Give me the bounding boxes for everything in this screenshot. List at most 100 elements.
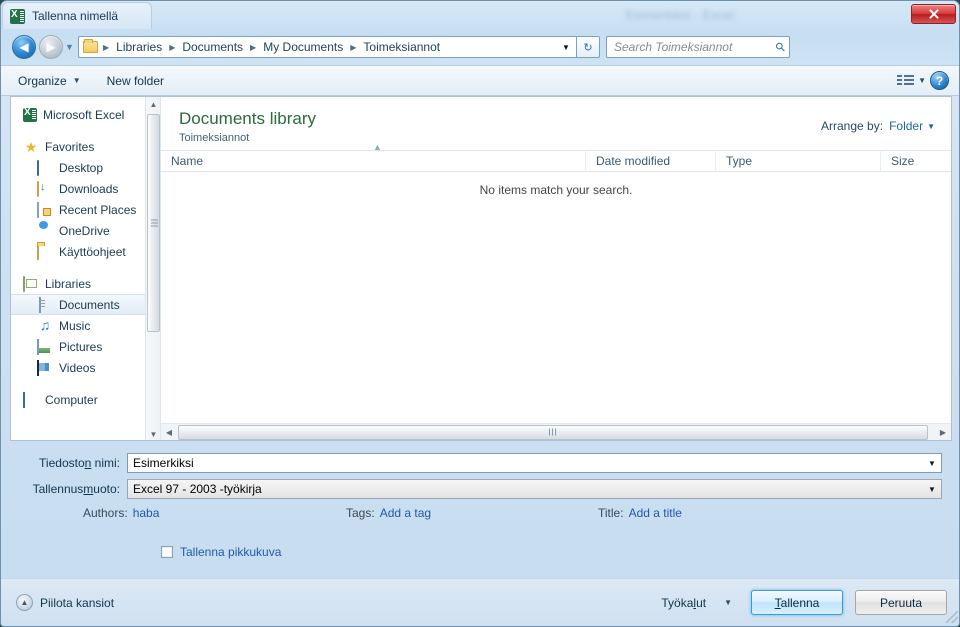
title-label: Title: [598, 506, 624, 520]
window-title-tab: Tallenna nimellä [2, 2, 152, 29]
help-icon[interactable]: ? [930, 71, 949, 90]
sidebar-item-videos[interactable]: Videos [11, 357, 160, 378]
videos-icon [37, 359, 39, 376]
sidebar-item-libraries[interactable]: Libraries [11, 273, 160, 294]
add-title-link[interactable]: Add a title [629, 506, 682, 520]
downloads-icon [37, 180, 39, 197]
scroll-down-icon[interactable]: ▼ [146, 427, 160, 440]
browser-body: Microsoft Excel ★ Favorites Desktop Down… [10, 96, 952, 441]
refresh-icon[interactable]: ↻ [576, 36, 600, 58]
cancel-button[interactable]: Peruuta [855, 590, 947, 615]
star-icon: ★ [24, 138, 38, 155]
breadcrumb[interactable]: ▶ Libraries ▶ Documents ▶ My Documents ▶… [78, 36, 556, 58]
hscroll-thumb[interactable] [178, 424, 929, 440]
scroll-up-icon[interactable]: ▲ [146, 97, 160, 112]
back-arrow-icon: ◀ [19, 40, 29, 54]
authors-value[interactable]: haba [133, 506, 160, 520]
sidebar-item-label: Computer [45, 392, 98, 407]
music-icon: ♫ [39, 316, 51, 333]
column-header-date-modified[interactable]: Date modified [586, 150, 716, 172]
sidebar-item-microsoft-excel[interactable]: Microsoft Excel [11, 104, 160, 125]
organize-button[interactable]: Organize ▼ [9, 70, 90, 92]
column-header-name[interactable]: Name ▲ [161, 142, 586, 172]
column-label: Size [891, 154, 915, 168]
excel-icon [23, 107, 37, 122]
path-dropdown-button[interactable]: ▼ [556, 36, 576, 58]
file-list-horizontal-scrollbar[interactable]: ◀ ▶ [161, 423, 951, 440]
checkbox-icon[interactable] [161, 546, 173, 558]
sidebar-item-pictures[interactable]: Pictures [11, 336, 160, 357]
sidebar-item-desktop[interactable]: Desktop [11, 157, 160, 178]
navigation-list: Microsoft Excel ★ Favorites Desktop Down… [11, 97, 160, 410]
add-tag-link[interactable]: Add a tag [380, 506, 431, 520]
chevron-up-icon: ▲ [16, 594, 33, 611]
column-header-type[interactable]: Type [716, 150, 881, 172]
titlebar: Tallenna nimellä [1, 1, 959, 29]
tools-label-pre: Työka [661, 595, 694, 610]
computer-icon [23, 391, 25, 408]
column-label: Type [726, 154, 753, 168]
sidebar-item-kayttoohjeet[interactable]: Käyttöohjeet [11, 241, 160, 262]
sidebar-item-recent-places[interactable]: Recent Places [11, 199, 160, 220]
sidebar-item-label: Desktop [59, 160, 104, 175]
filename-label-post: nimi: [91, 456, 120, 470]
hide-folders-label: Piilota kansiot [40, 595, 115, 610]
sidebar-item-computer[interactable]: Computer [11, 389, 160, 410]
filetype-label: Tallennusmuoto: [1, 482, 127, 496]
resize-grip-icon[interactable] [946, 611, 958, 623]
sidebar-scrollbar[interactable]: ▲ ▼ [145, 97, 160, 440]
arrange-by-label: Arrange by: [821, 119, 884, 133]
filetype-row: Tallennusmuoto: Excel 97 - 2003 -työkirj… [1, 479, 959, 499]
new-folder-label: New folder [106, 73, 164, 88]
new-folder-button[interactable]: New folder [98, 70, 173, 92]
sidebar-item-documents[interactable]: Documents [11, 294, 160, 315]
arrange-by-button[interactable]: Folder ▼ [889, 119, 935, 133]
breadcrumb-separator-icon: ▶ [250, 42, 257, 52]
folder-icon [37, 243, 39, 260]
back-button[interactable]: ◀ [12, 35, 36, 59]
arrange-by: Arrange by: Folder ▼ [821, 119, 935, 133]
column-header-size[interactable]: Size [881, 150, 951, 172]
breadcrumb-item-documents[interactable]: Documents [180, 40, 245, 54]
save-button[interactable]: Tallenna [751, 590, 843, 615]
sort-ascending-icon: ▲ [373, 142, 382, 152]
sidebar-item-onedrive[interactable]: OneDrive [11, 220, 160, 241]
sidebar-item-music[interactable]: ♫ Music [11, 315, 160, 336]
filename-value: Esimerkiksi [133, 456, 194, 470]
breadcrumb-item-my-documents[interactable]: My Documents [261, 40, 345, 54]
desktop-icon [37, 159, 39, 176]
scroll-right-icon[interactable]: ▶ [935, 424, 951, 440]
scroll-left-icon[interactable]: ◀ [161, 424, 177, 440]
close-button[interactable] [911, 4, 956, 24]
sidebar-item-label: Downloads [59, 181, 119, 196]
save-as-dialog: Esimerkiksi - Excel Tallenna nimellä ◀ ▶… [0, 0, 960, 627]
excel-icon [10, 8, 25, 24]
sidebar-scroll-thumb[interactable] [147, 114, 160, 332]
window-title: Tallenna nimellä [32, 9, 119, 23]
chevron-down-icon[interactable]: ▼ [923, 485, 941, 494]
chevron-down-icon[interactable]: ▼ [923, 459, 941, 468]
history-dropdown-icon[interactable]: ▼ [63, 42, 76, 52]
sidebar-item-downloads[interactable]: Downloads [11, 178, 160, 199]
filename-row: Tiedoston nimi: Esimerkiksi ▼ [1, 453, 959, 473]
filetype-select[interactable]: Excel 97 - 2003 -työkirja ▼ [127, 479, 942, 499]
filename-input[interactable]: Esimerkiksi ▼ [127, 453, 942, 473]
breadcrumb-item-toimeksiannot[interactable]: Toimeksiannot [361, 40, 442, 54]
sidebar-item-label: Music [59, 318, 91, 333]
hscroll-track[interactable] [177, 424, 935, 440]
sidebar-item-label: Microsoft Excel [43, 107, 125, 122]
hide-folders-button[interactable]: ▲ Piilota kansiot [16, 594, 114, 611]
authors-field: Authors: haba [83, 506, 159, 520]
save-thumbnail-checkbox[interactable]: Tallenna pikkukuva [161, 545, 281, 559]
sidebar-item-favorites[interactable]: ★ Favorites [11, 136, 160, 157]
forward-button[interactable]: ▶ [39, 35, 63, 59]
breadcrumb-item-libraries[interactable]: Libraries [114, 40, 164, 54]
tools-button[interactable]: Työkalut ▼ [654, 591, 739, 615]
chevron-down-icon[interactable]: ▼ [918, 76, 926, 85]
documents-icon [39, 296, 41, 313]
view-layout-icon[interactable] [897, 74, 915, 88]
search-input[interactable]: Search Toimeksiannot ⚲ [606, 36, 790, 58]
breadcrumb-separator-icon: ▶ [169, 42, 176, 52]
